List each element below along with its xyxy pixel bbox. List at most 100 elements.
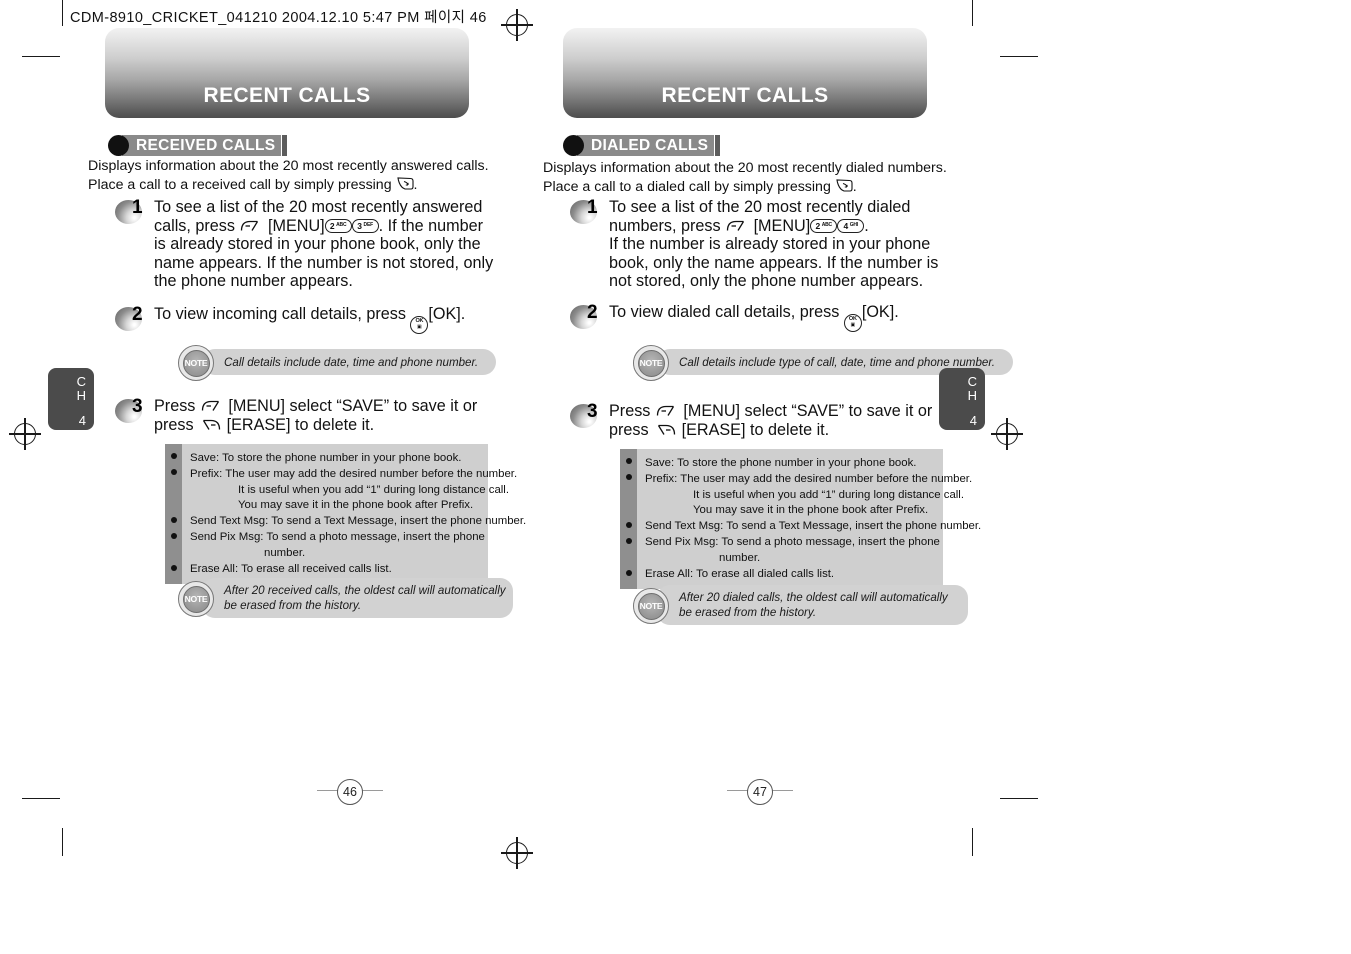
step-3: 3 Press [MENU] select “SAVE” to save it … <box>570 402 960 439</box>
crop-mark-bottom-right-v <box>972 828 974 856</box>
chapter-number: 4 <box>78 413 86 428</box>
registration-mark-bottom <box>501 837 533 869</box>
info-line: You may save it in the phone book after … <box>693 504 929 517</box>
bullet-dot-icon <box>170 565 177 571</box>
note-text: Call details include date, time and phon… <box>202 349 497 375</box>
page-number-wing <box>727 790 749 792</box>
step-line: To see a list of the 20 most recently an… <box>154 198 483 216</box>
step-number: 2 <box>587 302 598 323</box>
note-badge-inner: NOTE <box>637 349 665 377</box>
info-line: Send Pix Msg: To send a photo message, i… <box>645 535 940 548</box>
crop-mark-top-left-v <box>62 0 64 26</box>
step-line: To see a list of the 20 most recently di… <box>609 198 911 216</box>
section-bullet-icon <box>563 135 584 156</box>
send-key-icon <box>835 177 853 194</box>
page-number-wing <box>361 790 383 792</box>
note-badge-inner: NOTE <box>182 349 210 377</box>
info-box-bullet-gutter <box>620 449 637 590</box>
step-line: To view incoming call details, press OK … <box>154 305 505 334</box>
keypad-key-2: 2 ABC <box>810 218 838 233</box>
intro-line-2: Place a call to a received call by simpl… <box>88 175 418 193</box>
info-line: Prefix: The user may add the desired num… <box>190 467 518 480</box>
registration-mark-left <box>9 418 41 450</box>
section-header-received-calls: RECEIVED CALLS <box>108 135 288 156</box>
key-digit: 3 <box>357 220 363 231</box>
note-badge-inner: NOTE <box>182 585 210 613</box>
info-box: Save: To store the phone number in your … <box>165 444 526 585</box>
menu-key-icon <box>655 404 679 418</box>
bullet-dot-icon <box>625 458 632 464</box>
ok-key-icon: OK ▣ <box>410 315 429 334</box>
note-badge-icon: NOTE <box>178 345 214 381</box>
crop-mark-right-h <box>1000 56 1038 58</box>
key-digit: 2 <box>329 220 335 231</box>
step-number: 2 <box>132 304 143 325</box>
intro-line-1: Displays information about the 20 most r… <box>88 158 489 174</box>
step-line: name appears. If the number is not store… <box>154 253 494 272</box>
intro-paragraph: Displays information about the 20 most r… <box>543 160 947 196</box>
info-line: number. <box>264 546 306 559</box>
chapter-label-h: H <box>76 387 86 403</box>
note-badge-icon: NOTE <box>178 581 214 617</box>
key-letters: ABC <box>821 222 832 229</box>
note-badge-label: NOTE <box>184 358 208 368</box>
crop-mark-bottom-right-h <box>1000 798 1038 800</box>
registration-mark-top <box>501 9 533 41</box>
info-line: You may save it in the phone book after … <box>238 499 474 512</box>
info-line: Send Pix Msg: To send a photo message, i… <box>190 530 485 543</box>
send-key-icon <box>396 175 414 192</box>
info-line: Send Text Msg: To send a Text Message, i… <box>645 520 982 533</box>
menu-key-icon <box>239 219 263 233</box>
info-line: It is useful when you add “1” during lon… <box>238 483 510 496</box>
page-number-left: 46 <box>315 779 385 805</box>
note-badge-label: NOTE <box>639 358 663 368</box>
registration-mark-right <box>991 418 1023 450</box>
note-badge-inner: NOTE <box>637 592 665 620</box>
menu-key-icon <box>725 219 749 233</box>
info-box-lines: Save: To store the phone number in your … <box>182 444 532 584</box>
page-number-right: 47 <box>725 779 795 805</box>
key-letters: ABC <box>336 222 347 229</box>
info-line: Send Text Msg: To send a Text Message, i… <box>190 515 527 528</box>
section-header-dialed-calls: DIALED CALLS <box>563 135 721 156</box>
note-badge-icon: NOTE <box>633 345 669 381</box>
erase-key-icon <box>653 423 677 437</box>
note-text: After 20 dialed calls, the oldest call w… <box>657 585 968 625</box>
page-number-value: 46 <box>337 779 363 805</box>
chapter-tab-left: C H 4 <box>48 368 94 430</box>
step-number: 1 <box>587 197 598 218</box>
page-number-wing <box>317 790 339 792</box>
step-text: To view dialed call details, press OK ▣ … <box>609 303 960 332</box>
note-line: After 20 dialed calls, the oldest call w… <box>679 590 948 604</box>
step-text: Press [MENU] select “SAVE” to save it or… <box>609 402 960 439</box>
step-1: 1 To see a list of the 20 most recently … <box>570 198 960 291</box>
info-box-bullet-gutter <box>165 444 182 585</box>
file-header-text: CDM-8910_CRICKET_041210 2004.12.10 5:47 … <box>70 10 487 26</box>
step-line: To view dialed call details, press OK ▣ … <box>609 303 960 332</box>
note-badge-label: NOTE <box>184 594 208 604</box>
info-line: Save: To store the phone number in your … <box>645 457 917 469</box>
bullet-dot-icon <box>625 522 632 528</box>
section-bullet-icon <box>108 135 129 156</box>
intro-line-1: Displays information about the 20 most r… <box>543 160 947 176</box>
step-line: the phone number appears. <box>154 272 353 291</box>
bullet-dot-icon <box>625 538 632 544</box>
step-line: Press [MENU] select “SAVE” to save it or <box>154 397 478 415</box>
keypad-key-3: 3 DEF <box>351 218 379 233</box>
page-banner: RECENT CALLS <box>105 28 469 118</box>
step-line: calls, press [MENU] 2 ABC 3 DEF. If the numb… <box>154 216 483 235</box>
bullet-dot-icon <box>625 474 632 480</box>
bullet-dot-icon <box>170 517 177 523</box>
info-line: Erase All: To erase all received calls l… <box>190 562 392 575</box>
ok-key-bottom: ▣ <box>417 324 422 330</box>
section-label: RECEIVED CALLS <box>122 135 288 156</box>
step-3: 3 Press [MENU] select “SAVE” to save it … <box>115 397 505 434</box>
key-digit: 2 <box>815 220 821 231</box>
key-letters: DEF <box>363 222 374 229</box>
bullet-dot-icon <box>625 570 632 576</box>
step-line: not stored, only the phone number appear… <box>609 272 924 291</box>
step-number: 1 <box>132 197 143 218</box>
page-banner: RECENT CALLS <box>563 28 927 118</box>
info-line: Prefix: The user may add the desired num… <box>645 472 973 485</box>
page-number-wing <box>771 790 793 792</box>
